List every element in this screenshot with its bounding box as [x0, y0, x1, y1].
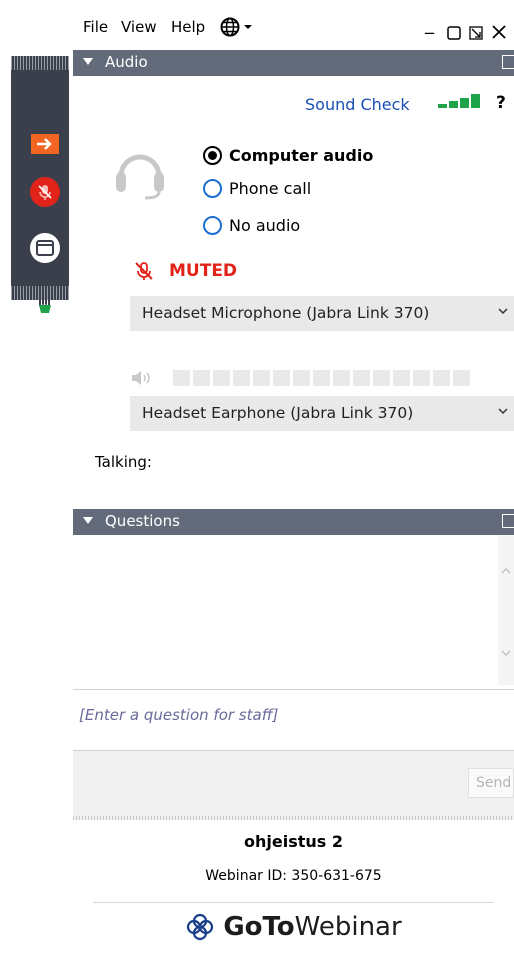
computer-audio-option[interactable]: Computer audio [203, 142, 373, 168]
collapse-arrow-icon[interactable] [31, 134, 59, 154]
audio-section-header[interactable]: Audio [73, 50, 514, 76]
footer-divider [93, 902, 494, 903]
phone-call-label: Phone call [229, 178, 312, 198]
no-audio-option[interactable]: No audio [203, 212, 300, 238]
muted-mic-icon [135, 262, 153, 280]
brand-webinar: Webinar [294, 912, 402, 942]
questions-scrollbar[interactable] [498, 535, 514, 685]
speaker-volume-icon [132, 371, 150, 385]
signal-strength-icon [438, 94, 482, 108]
popout-button[interactable] [469, 25, 483, 44]
microphone-select[interactable]: Headset Microphone (Jabra Link 370) [130, 296, 514, 331]
menu-file[interactable]: File [83, 18, 108, 36]
radio-selected-icon[interactable] [203, 145, 222, 165]
drag-handle-top[interactable] [11, 56, 69, 70]
send-button[interactable]: Send [468, 768, 514, 798]
webinar-name: ohjeistus 2 [244, 832, 343, 851]
close-button[interactable] [491, 24, 507, 44]
popout-audio-icon[interactable] [502, 55, 514, 69]
questions-log[interactable] [73, 535, 514, 685]
chevron-down-icon [498, 308, 508, 315]
question-input-placeholder: [Enter a question for staff] [79, 706, 279, 724]
question-input[interactable]: [Enter a question for staff] [73, 690, 514, 748]
minimize-button[interactable]: _ [425, 14, 434, 35]
chevron-down-icon [498, 408, 508, 415]
collapse-triangle-icon[interactable] [83, 517, 93, 524]
muted-label: MUTED [169, 261, 238, 281]
mute-microphone-icon[interactable] [30, 177, 60, 207]
webinar-info-footer: ohjeistus 2 Webinar ID: 350-631-675 GoTo… [73, 820, 514, 960]
questions-header-title: Questions [105, 512, 180, 530]
microphone-value: Headset Microphone (Jabra Link 370) [142, 304, 430, 322]
drag-handle-bottom[interactable] [11, 286, 69, 300]
radio-icon[interactable] [203, 178, 222, 198]
menu-view[interactable]: View [121, 18, 157, 36]
window-icon[interactable] [30, 233, 60, 263]
help-button[interactable]: ? [496, 93, 506, 113]
webinar-control-panel: File View Help _ Audio Sound Check ? Com… [73, 0, 514, 960]
popout-questions-icon[interactable] [502, 514, 514, 528]
muted-status[interactable]: MUTED [133, 260, 237, 282]
menu-bar: File View Help _ [73, 0, 514, 48]
gotowebinar-logo-icon [187, 913, 214, 941]
grab-tab-panel [11, 56, 69, 319]
gotowebinar-logo: GoTo Webinar [73, 912, 514, 942]
computer-audio-label: Computer audio [229, 145, 374, 165]
speaker-value: Headset Earphone (Jabra Link 370) [142, 404, 414, 422]
send-bar [73, 751, 514, 817]
webinar-id: Webinar ID: 350-631-675 [205, 868, 382, 884]
sound-check-link[interactable]: Sound Check [305, 95, 410, 114]
phone-call-option[interactable]: Phone call [203, 175, 311, 201]
headset-icon [113, 142, 167, 200]
collapse-triangle-icon[interactable] [83, 58, 93, 65]
brand-goto: GoTo [223, 912, 295, 942]
scroll-up-icon[interactable] [501, 567, 511, 575]
speaker-select[interactable]: Headset Earphone (Jabra Link 370) [130, 396, 514, 431]
radio-icon[interactable] [203, 215, 222, 235]
menu-help[interactable]: Help [171, 18, 205, 36]
questions-section-header[interactable]: Questions [73, 509, 514, 535]
no-audio-label: No audio [229, 215, 301, 235]
language-globe-icon[interactable] [220, 17, 256, 41]
talking-label: Talking: [95, 453, 152, 471]
maximize-button[interactable] [447, 25, 461, 44]
audio-header-title: Audio [105, 53, 148, 71]
scroll-down-icon[interactable] [501, 649, 511, 657]
